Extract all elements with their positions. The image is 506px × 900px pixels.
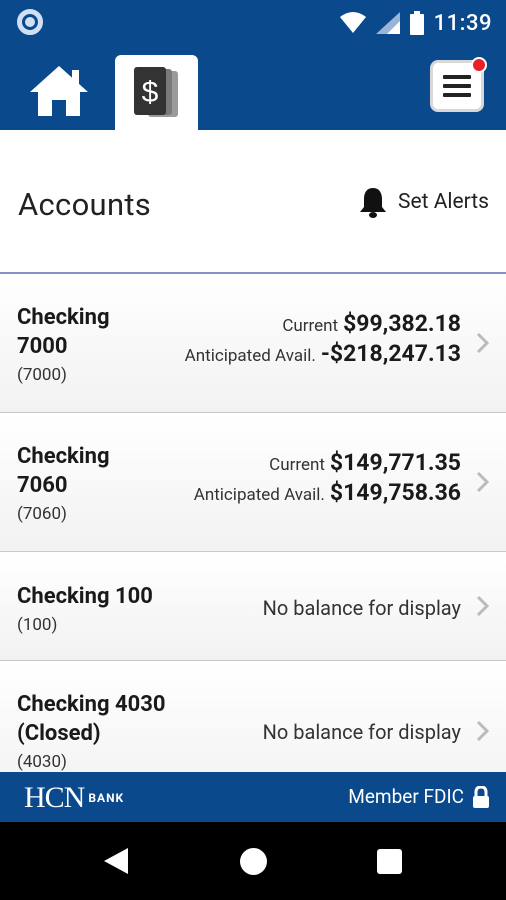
anticipated-label: Anticipated Avail. [184, 346, 316, 366]
dollar-cards-icon: $ [133, 66, 178, 117]
account-row[interactable]: Checking 4030 (Closed) (4030) No balance… [0, 661, 506, 772]
account-name-line1: Checking [17, 444, 110, 469]
anticipated-amount: -$218,247.13 [320, 340, 461, 367]
home-icon [30, 66, 88, 116]
account-name: Checking 7060 [17, 442, 110, 500]
anticipated-balance-line: Anticipated Avail. -$218,247.13 [185, 340, 461, 367]
logo-sub-text: BANK [88, 791, 125, 805]
bell-icon [360, 188, 387, 218]
nav-home-icon[interactable] [240, 848, 267, 875]
notification-badge [471, 57, 487, 73]
app-footer: HCN BANK Member FDIC [0, 772, 506, 822]
status-icons: 11:39 [339, 8, 492, 38]
chevron-right-icon [476, 720, 490, 742]
account-row[interactable]: Checking 7000 (7000) Current $99,382.18 … [0, 274, 506, 413]
member-fdic: Member FDIC [348, 785, 490, 808]
account-name-line2: 7060 [17, 473, 68, 498]
current-label: Current [269, 455, 325, 475]
menu-button[interactable] [430, 57, 487, 112]
current-amount: $149,771.35 [329, 449, 461, 476]
account-number: (7000) [17, 365, 67, 385]
notification-dot-icon [17, 9, 43, 35]
current-amount: $99,382.18 [343, 310, 461, 337]
hamburger-menu-icon [443, 75, 471, 97]
lock-icon [473, 785, 489, 808]
account-balances: Current $99,382.18 Anticipated Avail. -$… [185, 310, 461, 367]
account-name-line2: 7000 [17, 334, 68, 359]
account-list[interactable]: Checking 7000 (7000) Current $99,382.18 … [0, 274, 506, 772]
account-balances: Current $149,771.35 Anticipated Avail. $… [194, 449, 461, 506]
set-alerts-label: Set Alerts [398, 190, 489, 214]
home-button[interactable] [28, 64, 90, 118]
chevron-right-icon [476, 471, 490, 493]
account-number: (7060) [17, 504, 67, 524]
chevron-right-icon [476, 332, 490, 354]
account-name-line2: (Closed) [17, 721, 101, 746]
back-icon[interactable] [104, 848, 128, 874]
account-name-line1: Checking 4030 [17, 692, 166, 717]
account-name: Checking 7000 [17, 303, 110, 361]
fdic-label: Member FDIC [348, 785, 464, 808]
chevron-right-icon [476, 595, 490, 617]
title-bar: Accounts Set Alerts [0, 130, 506, 274]
svg-text:$: $ [141, 76, 158, 109]
account-name: Checking 100 [17, 582, 153, 611]
bank-logo: HCN BANK [24, 781, 124, 815]
account-row[interactable]: Checking 100 (100) No balance for displa… [0, 552, 506, 661]
clock: 11:39 [433, 10, 492, 36]
system-nav-bar [0, 822, 506, 900]
app-header: $ [0, 46, 506, 130]
current-balance-line: Current $99,382.18 [185, 310, 461, 337]
page-title: Accounts [18, 186, 152, 223]
wifi-icon [339, 12, 366, 33]
no-balance-text: No balance for display [262, 720, 461, 744]
recent-apps-icon[interactable] [377, 849, 402, 874]
logo-text: HCN [24, 781, 85, 814]
account-balances: No balance for display [263, 720, 461, 744]
anticipated-label: Anticipated Avail. [193, 485, 325, 505]
account-name: Checking 4030 (Closed) [17, 690, 166, 748]
battery-icon [409, 11, 424, 35]
account-name-line1: Checking [17, 305, 110, 330]
no-balance-text: No balance for display [262, 596, 461, 620]
current-label: Current [282, 316, 339, 336]
account-balances: No balance for display [263, 596, 461, 620]
account-row[interactable]: Checking 7060 (7060) Current $149,771.35… [0, 413, 506, 552]
set-alerts-button[interactable]: Set Alerts [358, 186, 489, 218]
current-balance-line: Current $149,771.35 [194, 449, 461, 476]
status-bar: 11:39 [0, 0, 506, 46]
anticipated-balance-line: Anticipated Avail. $149,758.36 [194, 479, 461, 506]
account-name-line1: Checking 100 [17, 584, 153, 609]
tab-accounts[interactable]: $ [115, 55, 198, 130]
anticipated-amount: $149,758.36 [329, 479, 461, 506]
signal-icon [375, 12, 400, 34]
account-number: (100) [17, 615, 58, 635]
account-number: (4030) [17, 752, 67, 772]
